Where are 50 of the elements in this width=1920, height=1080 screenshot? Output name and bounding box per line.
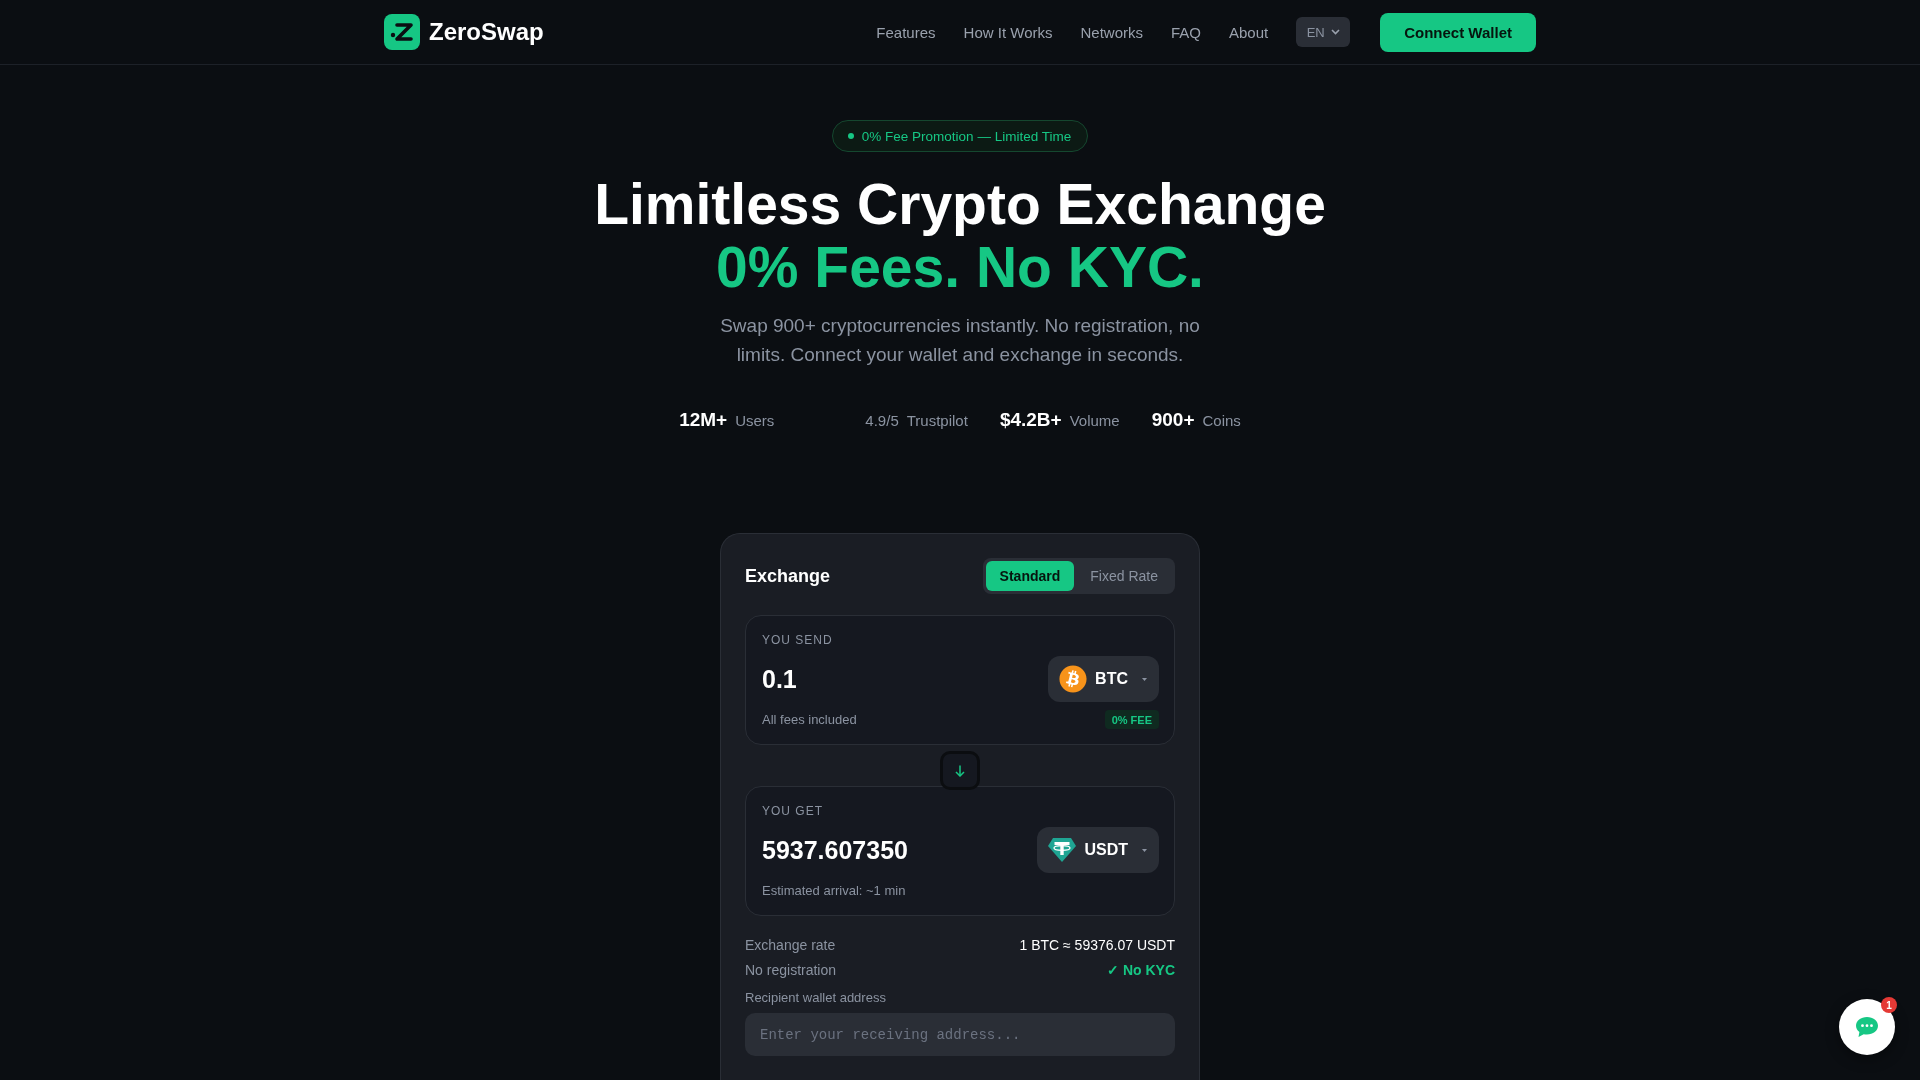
nav-link[interactable]: How It Works: [963, 23, 1053, 41]
stat-label: Trustpilot: [906, 412, 968, 429]
hero-highlight: 0% Fees. No KYC.: [716, 236, 1204, 299]
caret-icon: [1142, 848, 1147, 852]
stat-value: 12M+: [679, 409, 728, 431]
token-select-button[interactable]: USDT: [1037, 827, 1159, 873]
card-title: Exchange: [745, 565, 831, 587]
stat-label: Users: [735, 412, 775, 429]
panel-note: All fees included: [762, 712, 857, 727]
nav-link[interactable]: Networks: [1080, 23, 1143, 41]
promo-text: 0% Fee Promotion — Limited Time: [861, 128, 1072, 144]
stat-value: 900+: [1151, 409, 1195, 431]
detail-value: ✓ No KYC: [1107, 962, 1175, 978]
stat-label: Volume: [1069, 412, 1120, 429]
bitcoin-icon: [1059, 665, 1088, 693]
hero-subtitle: Swap 900+ cryptocurrencies instantly. No registration, no limits. Connect your wallet and exchange in seconds.: [719, 314, 1201, 367]
fee-badge: 0% FEE: [1104, 710, 1159, 729]
stat-value: 4.9/5: [865, 412, 899, 429]
token-select-button[interactable]: BTC: [1048, 656, 1159, 702]
caret-icon: [1142, 677, 1147, 681]
chevron-down-icon: [1330, 29, 1340, 35]
nav-link[interactable]: Features: [876, 23, 936, 41]
detail-value: 1 BTC ≈ 59376.07 USDT: [1019, 937, 1175, 953]
brand-name: ZeroSwap: [429, 18, 544, 46]
address-label: Recipient wallet address: [745, 989, 887, 1007]
address-input[interactable]: Enter your receiving address...: [745, 1013, 1175, 1056]
logo-icon: [384, 14, 420, 50]
panel-label: YOU SEND: [762, 632, 834, 648]
connect-wallet-button[interactable]: Connect Wallet: [1380, 12, 1536, 52]
panel-label: YOU GET: [762, 803, 824, 819]
amount-value: 0.1: [762, 664, 797, 694]
nav-link[interactable]: FAQ: [1171, 23, 1201, 41]
swap-direction-button[interactable]: [940, 751, 980, 790]
detail-label: Exchange rate: [745, 937, 836, 953]
unread-badge: 1: [1881, 997, 1897, 1013]
chat-button[interactable]: [1839, 999, 1895, 1055]
chat-icon: [1856, 1017, 1878, 1037]
mode-tab[interactable]: Standard: [985, 561, 1075, 591]
stat-label: Coins: [1202, 412, 1241, 429]
nav-link[interactable]: About: [1229, 23, 1269, 41]
hero-title: Limitless Crypto Exchange: [594, 173, 1326, 236]
detail-label: No registration: [745, 962, 837, 978]
tether-icon: [1048, 838, 1077, 862]
arrow-down-icon: [955, 764, 965, 777]
amount-value: 5937.607350: [762, 835, 908, 865]
dot-icon: [847, 133, 854, 139]
mode-tab[interactable]: Fixed Rate: [1076, 561, 1172, 591]
language-select[interactable]: EN: [1296, 17, 1351, 47]
stat-value: $4.2B+: [999, 409, 1062, 431]
panel-note: Estimated arrival: ~1 min: [762, 883, 906, 898]
